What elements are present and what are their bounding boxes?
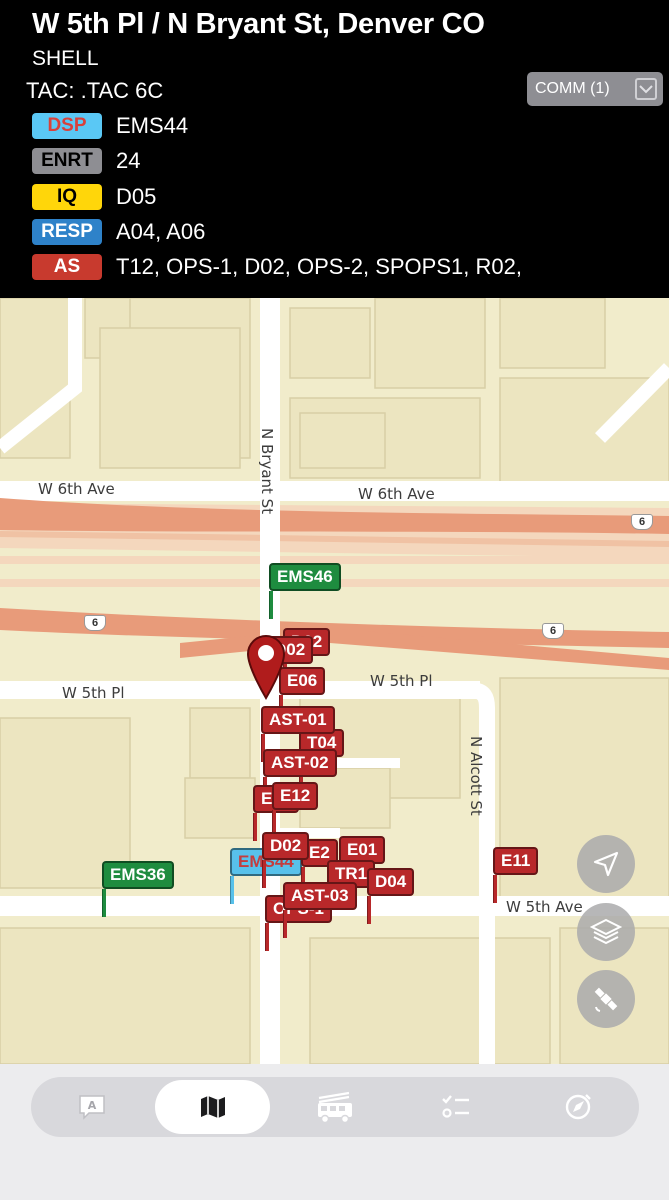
locate-button[interactable] — [577, 835, 635, 893]
status-row-dsp: DSP EMS44 — [32, 112, 188, 140]
bottom-tab-bar: A — [31, 1077, 639, 1137]
street-label: W 6th Ave — [358, 485, 435, 503]
checklist-icon — [441, 1095, 469, 1118]
incident-location-pin-icon — [246, 635, 286, 700]
status-badge-as: AS — [32, 254, 102, 280]
status-units-resp: A04, A06 — [116, 219, 206, 244]
unit-marker-ems36[interactable]: EMS36 — [102, 861, 174, 917]
unit-marker-ast-03[interactable]: AST-03 — [283, 882, 357, 938]
street-label: W 5th Pl — [62, 684, 125, 702]
comm-button[interactable]: COMM (1) — [527, 72, 663, 106]
unit-marker-e12[interactable]: E12 — [272, 782, 319, 838]
highway-shield: 6 — [631, 514, 653, 530]
unit-marker-e11[interactable]: E11 — [493, 847, 539, 903]
tab-checklist[interactable] — [398, 1080, 513, 1134]
tab-map[interactable] — [155, 1080, 270, 1134]
tac-channel: TAC: .TAC 6C — [26, 78, 164, 103]
incident-map[interactable]: W 6th Ave W 6th Ave N Bryant St W 5th Pl… — [0, 298, 669, 1064]
status-units-iq: D05 — [116, 184, 157, 209]
unit-marker-d04[interactable]: D04 — [367, 868, 415, 924]
chevron-down-icon — [635, 78, 657, 100]
street-label: W 5th Pl — [370, 672, 433, 690]
map-icon — [200, 1096, 225, 1118]
satellite-button[interactable] — [577, 970, 635, 1028]
compass-icon — [565, 1094, 591, 1120]
unit-marker-d02-lower[interactable]: D02 — [262, 832, 310, 888]
layers-icon — [590, 918, 622, 945]
status-badge-iq: IQ — [32, 184, 102, 210]
highway-shield: 6 — [542, 623, 564, 639]
incident-header: W 5th Pl / N Bryant St, Denver CO SHELL … — [0, 0, 669, 298]
status-row-resp: RESP A04, A06 — [32, 218, 205, 246]
unit-marker-ems46[interactable]: EMS46 — [269, 563, 341, 619]
street-label: W 6th Ave — [38, 480, 115, 498]
street-label: W 5th Ave — [506, 898, 583, 916]
tab-compass[interactable] — [520, 1080, 635, 1134]
messages-icon: A — [78, 1095, 105, 1120]
status-badge-enrt: ENRT — [32, 148, 102, 174]
unit-marker-ast-02[interactable]: AST-02 — [263, 749, 337, 805]
status-units-enrt: 24 — [116, 148, 141, 173]
status-badge-dsp: DSP — [32, 113, 102, 139]
map-base — [0, 298, 669, 1064]
street-label: N Bryant St — [258, 428, 276, 515]
status-units-dsp: EMS44 — [116, 113, 189, 138]
street-label: N Alcott St — [467, 736, 485, 816]
status-row-enrt: ENRT 24 — [32, 147, 140, 175]
status-badge-resp: RESP — [32, 219, 102, 245]
apparatus-icon — [317, 1091, 352, 1124]
unit-marker-ast-01[interactable]: AST-01 — [261, 706, 335, 762]
highway-shield: 6 — [84, 615, 106, 631]
status-row-iq: IQ D05 — [32, 183, 156, 211]
satellite-icon — [594, 987, 618, 1012]
svg-text:A: A — [87, 1099, 96, 1112]
locate-icon — [593, 851, 619, 877]
tab-messages[interactable]: A — [34, 1080, 149, 1134]
incident-type: SHELL — [32, 47, 99, 70]
status-row-as: AS T12, OPS-1, D02, OPS-2, SPOPS1, R02, — [32, 253, 522, 281]
tab-apparatus[interactable] — [277, 1080, 392, 1134]
layers-button[interactable] — [577, 903, 635, 961]
status-units-as: T12, OPS-1, D02, OPS-2, SPOPS1, R02, — [116, 254, 522, 279]
incident-address: W 5th Pl / N Bryant St, Denver CO — [32, 8, 485, 40]
comm-button-label: COMM (1) — [535, 80, 610, 97]
